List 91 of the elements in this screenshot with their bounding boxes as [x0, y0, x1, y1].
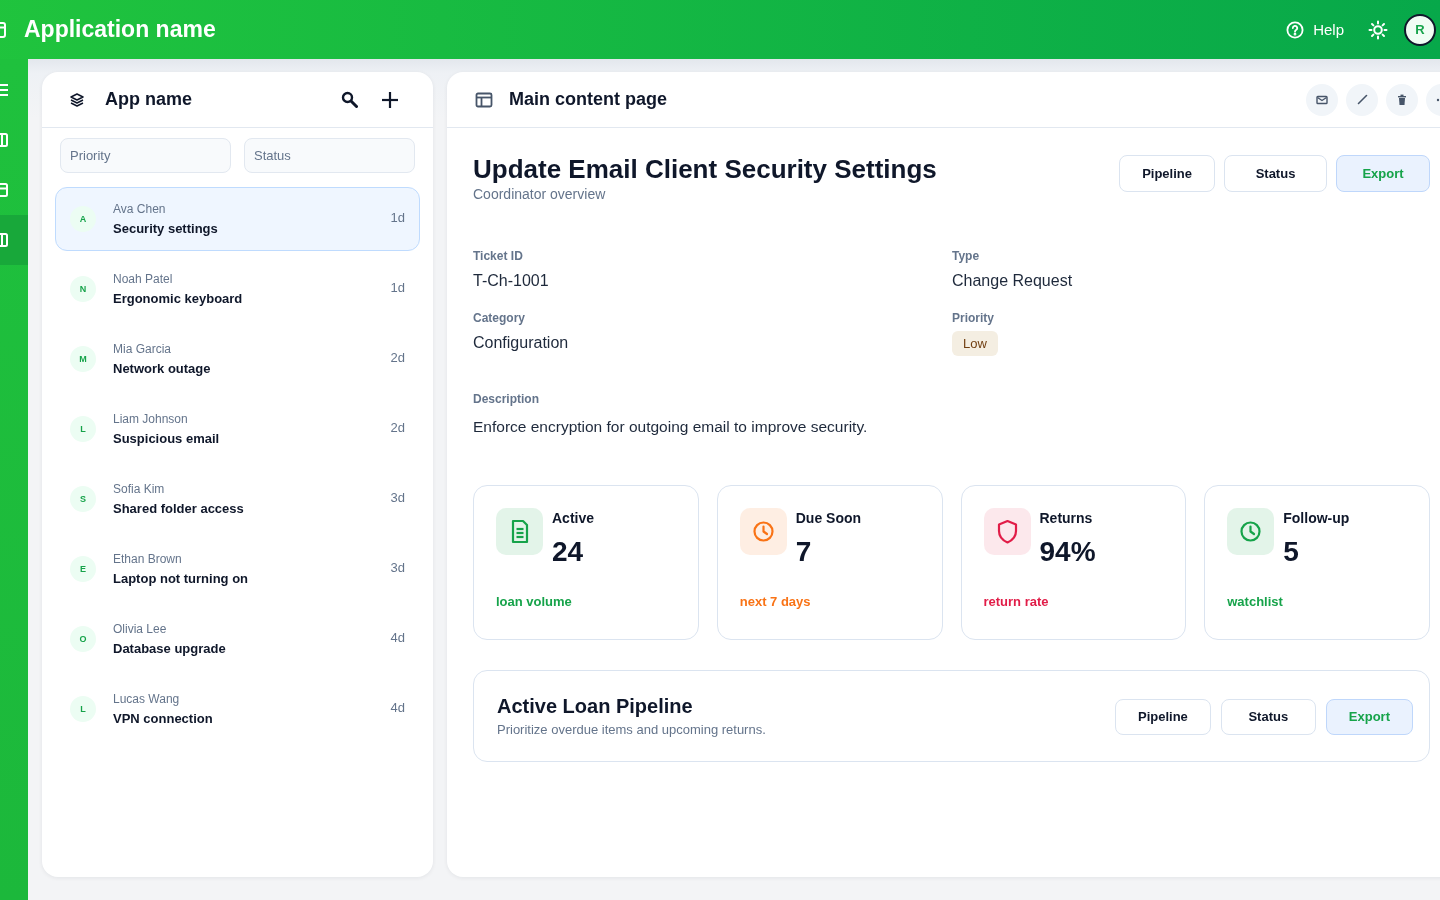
requester-name: Ava Chen: [113, 202, 167, 216]
action-button[interactable]: Status: [1224, 155, 1327, 192]
stat-value: 94%: [1039, 536, 1096, 568]
avatar: S: [70, 486, 96, 512]
ticket-age: 2d: [390, 419, 405, 435]
ticket-title: Ergonomic keyboard: [113, 291, 244, 306]
ticket-title: Security settings: [113, 221, 219, 236]
sun-icon[interactable]: [1368, 19, 1388, 40]
stat-value: 7: [795, 536, 813, 568]
field-label: Priority: [952, 311, 994, 326]
ticket-age: 3d: [390, 489, 405, 505]
list-item[interactable]: A Ava Chen Security settings 1d: [55, 187, 420, 251]
ticket-age: 4d: [390, 629, 405, 645]
ticket-title: Network outage: [113, 361, 212, 376]
filter-field[interactable]: Priority: [60, 138, 231, 173]
filter-field[interactable]: Status: [244, 138, 415, 173]
ticket-title: Suspicious email: [113, 431, 221, 446]
requester-name: Mia Garcia: [113, 342, 172, 356]
edit-button[interactable]: [1346, 83, 1378, 116]
list-item[interactable]: M Mia Garcia Network outage 2d: [55, 327, 420, 391]
list-item[interactable]: L Liam Johnson Suspicious email 2d: [55, 397, 420, 461]
shield-icon: [983, 508, 1031, 555]
avatar: O: [70, 626, 96, 652]
ticket-age: 2d: [390, 349, 405, 365]
field-label: Type: [952, 249, 980, 264]
requester-name: Sofia Kim: [113, 482, 166, 496]
stat-note: watchlist: [1227, 594, 1284, 609]
requester-name: Noah Patel: [113, 272, 174, 286]
description-text: Enforce encryption for outgoing email to improve security.: [473, 417, 869, 437]
avatar: N: [70, 276, 96, 302]
ticket-age: 1d: [390, 209, 405, 225]
mail-icon: [1316, 94, 1328, 105]
stat-note: return rate: [983, 594, 1050, 609]
list-item[interactable]: N Noah Patel Ergonomic keyboard 1d: [55, 257, 420, 321]
stat-label: Due Soon: [795, 509, 862, 527]
avatar: E: [70, 556, 96, 582]
action-button[interactable]: Pipeline: [1119, 155, 1215, 192]
mail-button[interactable]: [1306, 83, 1338, 116]
app-title: Application name: [24, 16, 216, 43]
search-icon[interactable]: [341, 91, 358, 108]
action-button[interactable]: Status: [1220, 698, 1316, 735]
priority-badge: Low: [952, 331, 998, 356]
field-label: Ticket ID: [473, 249, 523, 264]
pen-icon: [1356, 94, 1368, 105]
plus-icon[interactable]: [382, 91, 398, 108]
document-icon: [496, 508, 543, 555]
stat-value: 5: [1283, 536, 1300, 568]
clock-icon: [1227, 508, 1275, 555]
list-title: App name: [105, 89, 192, 110]
pipeline-subtitle: Prioritize overdue items and upcoming returns.: [497, 722, 766, 737]
trash-icon: [1397, 93, 1407, 106]
avatar: M: [70, 346, 96, 372]
page-title: Main content page: [509, 89, 667, 110]
ticket-title: Laptop not turning on: [113, 571, 249, 586]
ticket-age: 1d: [390, 279, 405, 295]
list-item[interactable]: O Olivia Lee Database upgrade 4d: [55, 607, 420, 671]
ticket-title: Shared folder access: [113, 501, 245, 516]
field-label: Description: [473, 392, 540, 407]
field-value: Change Request: [952, 271, 1073, 291]
stat-value: 24: [552, 536, 585, 568]
delete-button[interactable]: [1386, 83, 1418, 116]
ticket-age: 4d: [390, 699, 405, 715]
list-item[interactable]: E Ethan Brown Laptop not turning on 3d: [55, 537, 420, 601]
requester-name: Ethan Brown: [113, 552, 183, 566]
stat-label: Returns: [1039, 509, 1094, 527]
field-value: T-Ch-1001: [473, 271, 549, 291]
list-item[interactable]: S Sofia Kim Shared folder access 3d: [55, 467, 420, 531]
pipeline-title: Active Loan Pipeline: [497, 695, 694, 718]
stat-note: next 7 days: [739, 594, 812, 609]
clock-icon: [739, 508, 787, 555]
requester-name: Lucas Wang: [113, 692, 181, 706]
ticket-title: Database upgrade: [113, 641, 227, 656]
ticket-age: 3d: [390, 559, 405, 575]
list-item[interactable]: L Lucas Wang VPN connection 4d: [55, 677, 420, 741]
stat-label: Active: [552, 509, 595, 527]
requester-name: Olivia Lee: [113, 622, 168, 636]
stat-note: loan volume: [496, 594, 573, 609]
avatar: L: [70, 696, 96, 722]
table-icon: [475, 90, 493, 109]
requester-name: Liam Johnson: [113, 412, 189, 426]
avatar: L: [70, 416, 96, 442]
field-value: Configuration: [473, 333, 569, 353]
avatar: A: [70, 206, 96, 232]
stat-label: Follow-up: [1283, 509, 1350, 527]
record-title: Update Email Client Security Settings: [473, 154, 937, 184]
record-subtitle: Coordinator overview: [473, 186, 607, 202]
layers-icon: [70, 92, 84, 107]
action-button[interactable]: Pipeline: [1114, 698, 1211, 735]
help-icon: [1286, 20, 1305, 39]
field-label: Category: [473, 311, 525, 326]
ticket-title: VPN connection: [113, 711, 214, 726]
